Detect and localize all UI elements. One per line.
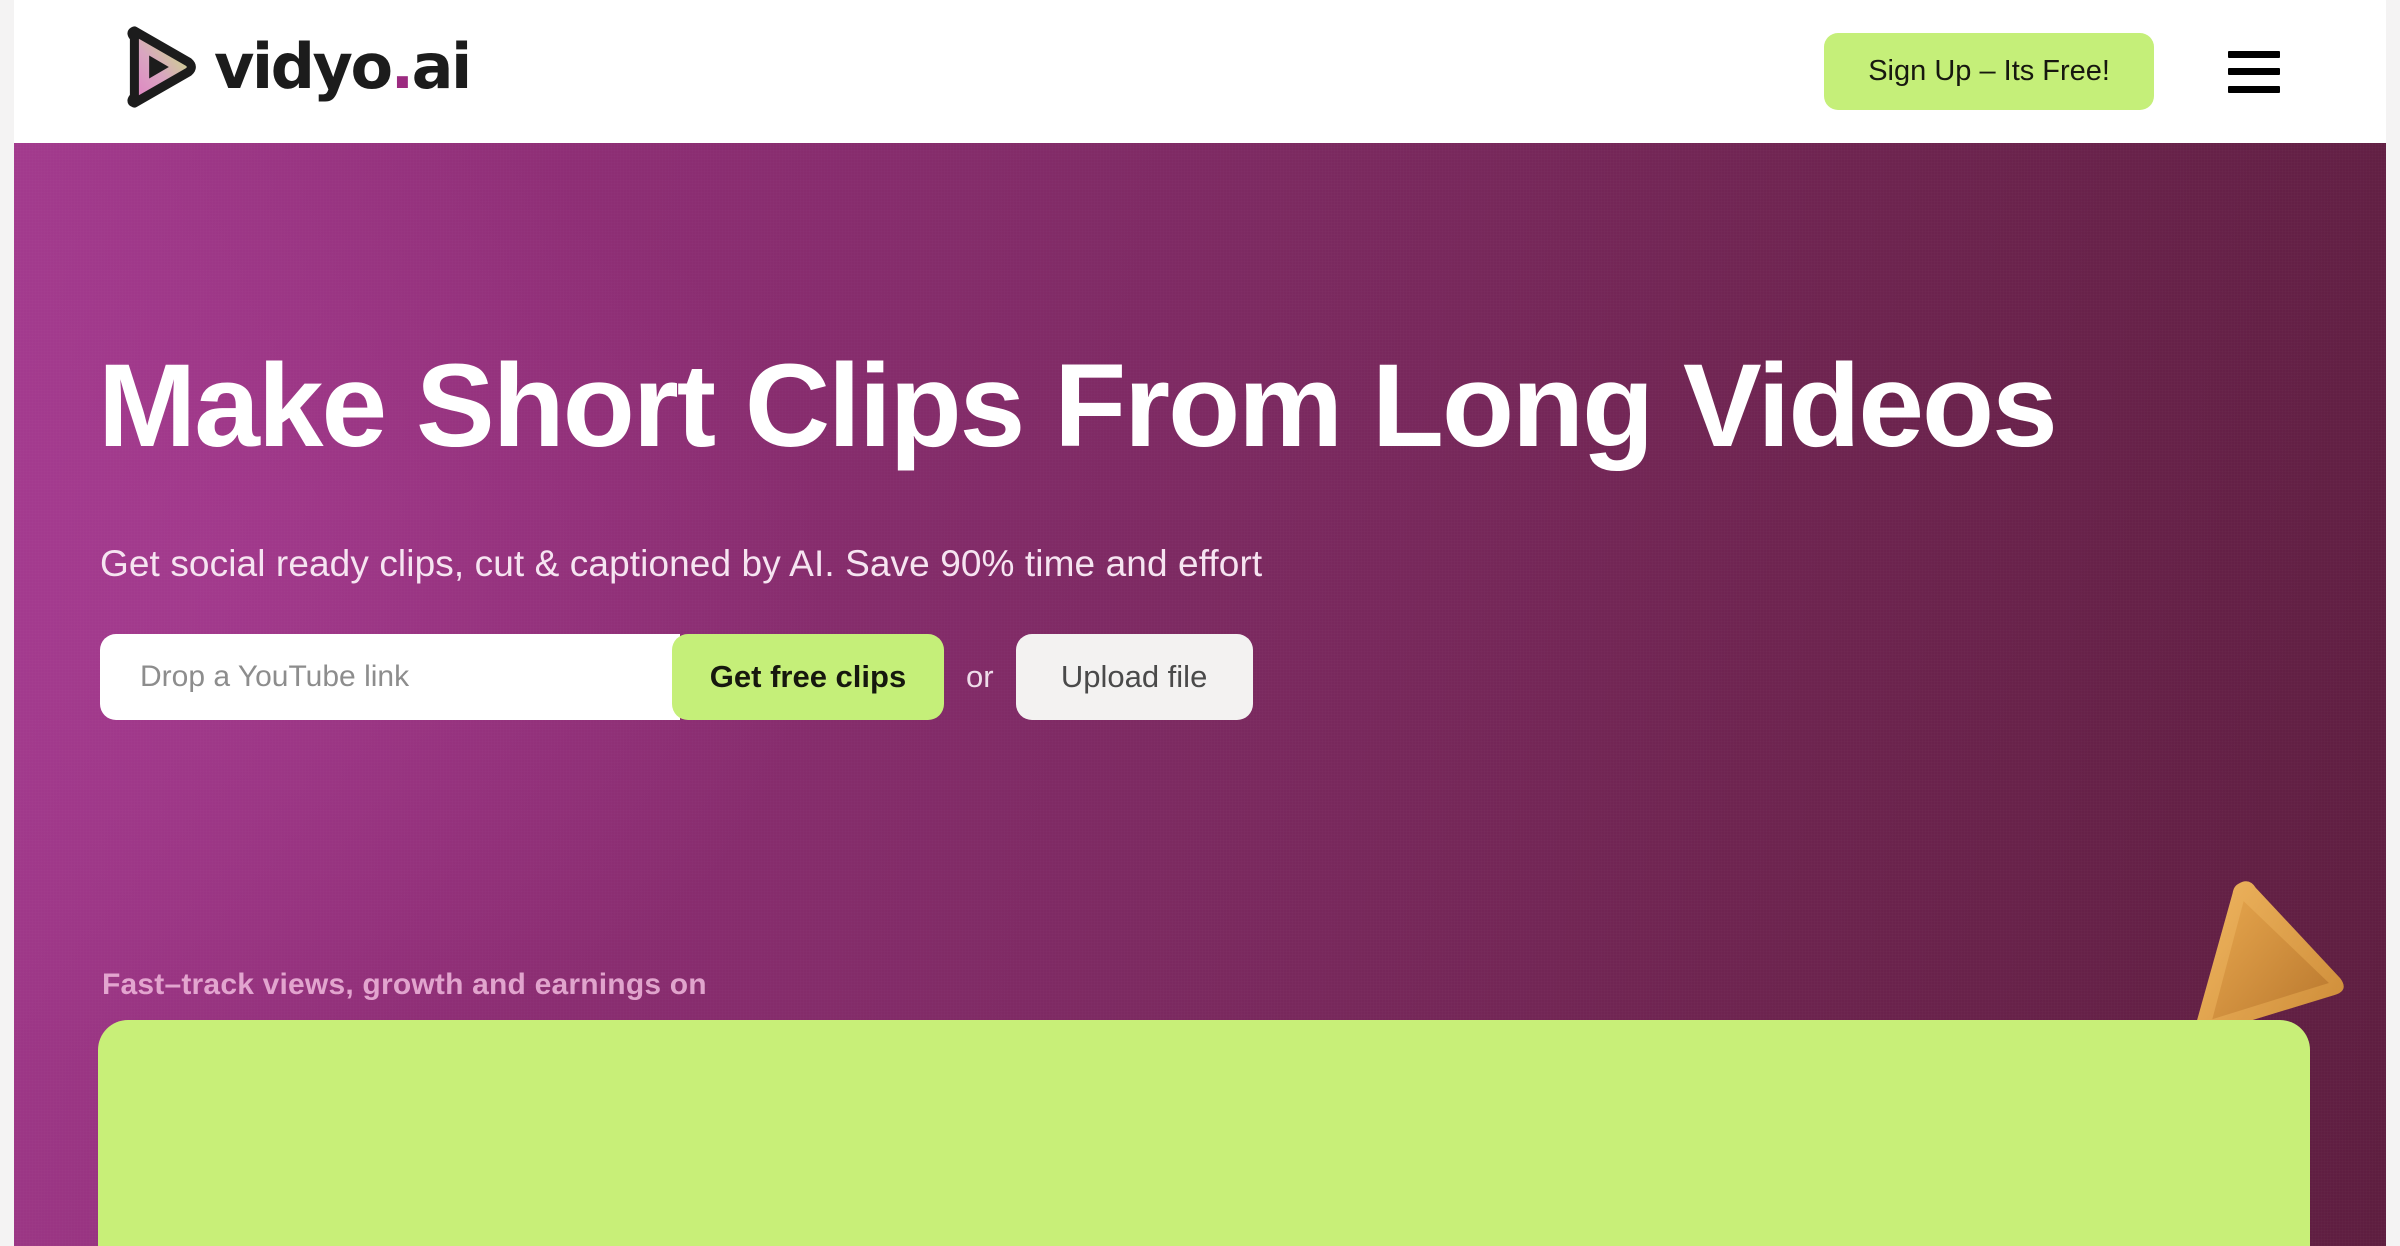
hero-section: Make Short Clips From Long Videos Get so…	[14, 143, 2386, 1246]
hero-subtitle: Get social ready clips, cut & captioned …	[100, 543, 1263, 584]
brand-name-main: vidyo	[214, 30, 393, 103]
brand-name-suffix: ai	[411, 30, 473, 103]
site-header: vidyo.ai Sign Up – Its Free!	[14, 0, 2386, 143]
get-free-clips-button[interactable]: Get free clips	[672, 634, 944, 720]
brand-name: vidyo.ai	[214, 36, 472, 98]
youtube-link-input[interactable]	[100, 634, 680, 720]
hamburger-bar-1	[2228, 50, 2280, 58]
brand-logo[interactable]: vidyo.ai	[118, 26, 472, 108]
hamburger-bar-3	[2228, 85, 2280, 93]
page-right-gutter[interactable]	[2386, 0, 2400, 1246]
page-title: Make Short Clips From Long Videos	[98, 340, 2058, 472]
cta-divider-label: or	[966, 659, 994, 694]
brand-name-dot: .	[390, 30, 415, 103]
hamburger-bar-2	[2228, 68, 2280, 75]
page-root: vidyo.ai Sign Up – Its Free! Make Short …	[0, 0, 2400, 1246]
hero-cta-row: Get free clips or Upload file	[100, 634, 1253, 720]
page-left-gutter	[0, 0, 14, 1246]
social-proof-label: Fast–track views, growth and earnings on	[102, 968, 707, 1001]
upload-file-button[interactable]: Upload file	[1015, 634, 1253, 720]
signup-button[interactable]: Sign Up – Its Free!	[1824, 33, 2154, 110]
hamburger-menu-icon[interactable]	[2228, 50, 2280, 93]
green-feature-panel: AI	[98, 1020, 2310, 1246]
header-actions: Sign Up – Its Free!	[1824, 0, 2280, 143]
play-triangle-gradient-icon	[118, 26, 200, 108]
